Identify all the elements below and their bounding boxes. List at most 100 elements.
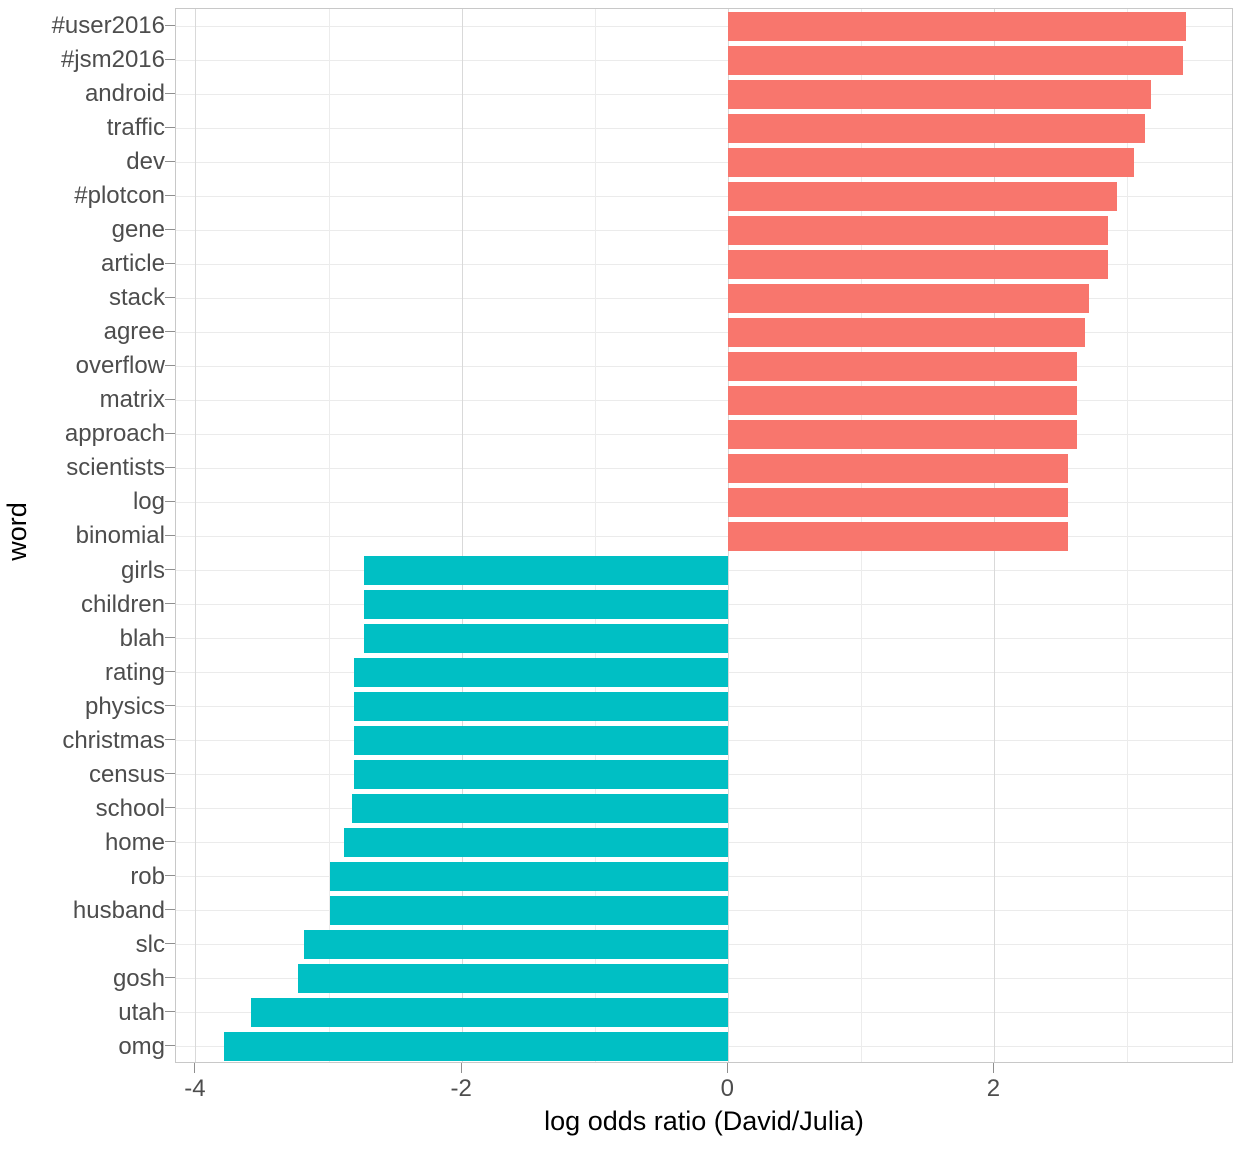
x-axis-tick-mark xyxy=(460,1063,462,1073)
bar xyxy=(354,760,729,790)
y-axis-tick-label: census xyxy=(88,760,165,788)
bar xyxy=(354,726,729,756)
y-axis-tick-mark xyxy=(165,228,175,230)
bar xyxy=(728,11,1187,41)
y-axis-tick-label: rob xyxy=(130,862,165,890)
x-axis-tick-mark xyxy=(992,1063,994,1073)
y-axis-tick-label: #plotcon xyxy=(74,182,165,210)
y-axis-tick-mark xyxy=(165,943,175,945)
y-axis-tick-mark xyxy=(165,262,175,264)
bar xyxy=(728,487,1068,517)
bar xyxy=(728,283,1089,313)
gridline-horizontal xyxy=(176,536,1232,537)
y-axis-tick-mark xyxy=(165,364,175,366)
y-axis-tick-mark xyxy=(165,535,175,536)
bar xyxy=(330,862,729,892)
x-axis-tick-labels: -4 -2 0 2 xyxy=(175,1074,1233,1108)
y-axis-tick-label: blah xyxy=(119,624,165,652)
y-axis-tick-label: stack xyxy=(108,284,165,312)
x-axis-tick-label: -2 xyxy=(450,1075,472,1102)
bar xyxy=(363,624,729,654)
y-axis-tick-mark xyxy=(165,1045,175,1047)
y-axis-tick-label: binomial xyxy=(75,522,165,550)
y-axis-tick-mark xyxy=(165,432,175,434)
y-axis-tick-mark xyxy=(165,398,175,400)
bar xyxy=(728,351,1077,381)
y-axis-tick-mark xyxy=(165,841,175,843)
y-axis-tick-mark xyxy=(165,909,175,911)
bar xyxy=(728,385,1077,415)
y-axis-tick-label: omg xyxy=(118,1032,165,1060)
y-axis-tick-label: home xyxy=(104,828,165,856)
y-axis-tick-label: android xyxy=(84,80,165,108)
x-axis-tick-label: 2 xyxy=(986,1075,1001,1102)
y-axis-tick-label: girls xyxy=(120,556,165,584)
y-axis-tick-mark xyxy=(165,807,175,809)
y-axis-tick-mark xyxy=(165,875,175,877)
y-axis-tick-mark xyxy=(165,603,175,605)
bar xyxy=(728,113,1145,143)
y-axis-tick-mark xyxy=(165,160,175,162)
y-axis-tick-label: overflow xyxy=(75,352,165,380)
x-axis-tick-mark xyxy=(726,1063,728,1073)
y-axis-tick-mark xyxy=(165,330,175,332)
y-axis-tick-label: gene xyxy=(111,216,165,244)
y-axis-tick-label: #user2016 xyxy=(51,12,165,39)
y-axis-tick-labels: #user2016 #jsm2016 android traffic dev #plotc… xyxy=(34,8,165,1063)
y-axis-tick-mark xyxy=(165,637,175,639)
bar xyxy=(728,249,1108,279)
bar xyxy=(728,419,1077,449)
bar xyxy=(728,522,1068,551)
y-axis-tick-label: approach xyxy=(64,420,165,448)
bar xyxy=(354,658,729,688)
y-axis-tick-mark xyxy=(165,296,175,298)
y-axis-tick-label: scientists xyxy=(66,454,165,482)
y-axis-title: word xyxy=(0,0,34,1063)
y-axis-tick-mark xyxy=(165,977,175,979)
y-axis-tick-mark xyxy=(165,1011,175,1013)
y-axis-tick-label: school xyxy=(95,794,165,822)
bar xyxy=(298,964,729,994)
x-axis-tick-mark xyxy=(194,1063,196,1073)
bar xyxy=(351,794,729,824)
y-axis-tick-mark xyxy=(165,705,175,707)
bar xyxy=(728,79,1152,109)
bar xyxy=(250,998,729,1028)
y-axis-tick-mark xyxy=(165,126,175,128)
bar xyxy=(330,896,729,926)
bar xyxy=(728,181,1117,211)
y-axis-tick-label: #jsm2016 xyxy=(60,46,165,74)
y-axis-tick-label: slc xyxy=(135,930,165,958)
bar xyxy=(354,692,729,722)
gridline-horizontal xyxy=(176,501,1232,503)
y-axis-tick-mark xyxy=(165,92,175,94)
bar xyxy=(728,453,1068,483)
plot-panel xyxy=(175,8,1233,1063)
y-axis-tick-mark xyxy=(165,194,175,196)
y-axis-title-text: word xyxy=(1,502,32,561)
x-axis-tick-label: 0 xyxy=(720,1075,734,1102)
y-axis-tick-mark xyxy=(165,739,175,741)
y-axis-tick-mark xyxy=(165,466,175,468)
gridline-horizontal xyxy=(176,467,1232,469)
y-axis-tick-label: physics xyxy=(84,692,165,720)
y-axis-tick-mark xyxy=(165,24,175,26)
y-axis-tick-mark xyxy=(165,500,175,502)
bar xyxy=(728,45,1184,75)
y-axis-tick-label: traffic xyxy=(106,114,165,142)
bar xyxy=(343,828,729,858)
gridline-vertical-major xyxy=(195,9,197,1062)
bar xyxy=(363,556,729,586)
y-axis-tick-label: log xyxy=(132,488,165,516)
x-axis-title: log odds ratio (David/Julia) xyxy=(544,1106,864,1136)
y-axis-tick-label: children xyxy=(80,590,165,618)
bar xyxy=(728,317,1085,347)
bar xyxy=(728,147,1135,177)
y-axis-tick-label: article xyxy=(100,250,165,278)
bar xyxy=(223,1032,729,1062)
y-axis-tick-marks xyxy=(165,8,175,1063)
x-axis-tick-label: -4 xyxy=(184,1075,206,1102)
y-axis-tick-label: husband xyxy=(72,896,165,924)
y-axis-tick-label: christmas xyxy=(62,726,165,754)
y-axis-tick-label: matrix xyxy=(99,386,165,414)
